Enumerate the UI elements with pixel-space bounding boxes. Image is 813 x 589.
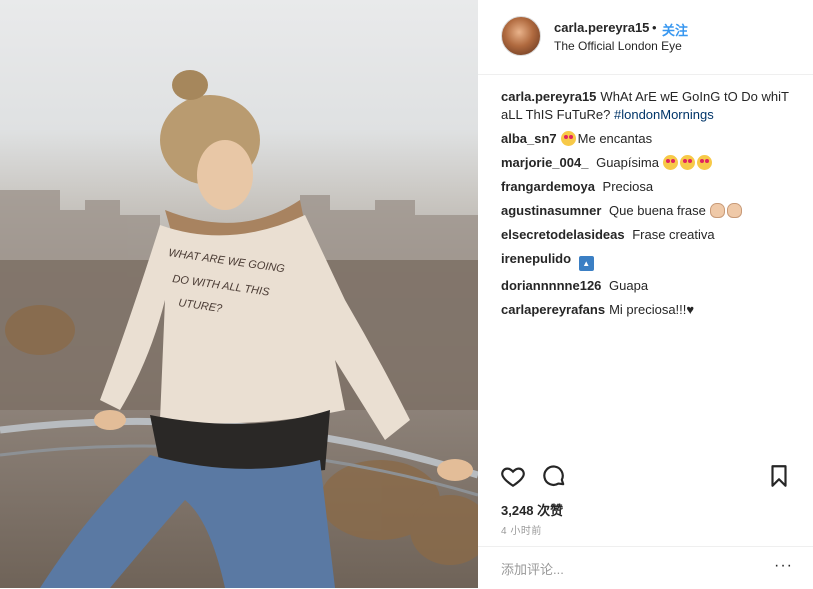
follow-button[interactable]: 关注	[662, 20, 688, 39]
jeans	[40, 455, 335, 588]
heart-eyes-emoji-icon	[696, 155, 712, 170]
comment-list: carla.pereyra15 WhAt ArE wE GoInG tO Do w…	[501, 88, 796, 325]
add-comment-bar: ···	[478, 546, 813, 589]
face	[197, 140, 253, 210]
comment-username[interactable]: irenepulido	[501, 251, 571, 266]
post-header: carla.pereyra15 • 关注 The Official London…	[478, 0, 813, 75]
comment-row: alba_sn7 Me encantas	[501, 130, 796, 148]
comment-row: irenepulido ▲	[501, 250, 796, 271]
comment-row: doriannnnne126 Guapa	[501, 277, 796, 295]
comment-text: Preciosa	[602, 179, 654, 194]
comment-text: Frase creativa	[632, 227, 715, 242]
raised-hands-emoji-icon	[709, 203, 725, 218]
comment-text: Mi preciosa!!!	[609, 302, 687, 317]
heart-outline-icon[interactable]	[500, 463, 526, 489]
comment-text: Guapísima	[596, 155, 659, 170]
comment-username[interactable]: doriannnnne126	[501, 278, 601, 293]
comment-username[interactable]: frangardemoya	[501, 179, 595, 194]
more-options-icon[interactable]: ···	[774, 557, 793, 575]
top-arrow-emoji-icon: ▲	[578, 256, 594, 271]
comment-username[interactable]: elsecretodelasideas	[501, 227, 625, 242]
comment-row: carlapereyrafans Mi preciosa!!!♥	[501, 301, 796, 319]
comment-text: Me encantas	[577, 131, 653, 146]
caption: carla.pereyra15 WhAt ArE wE GoInG tO Do w…	[501, 88, 796, 124]
comment-row: agustinasumner Que buena frase	[501, 202, 796, 220]
comment-username[interactable]: carla.pereyra15	[501, 89, 596, 104]
comment-username[interactable]: alba_sn7	[501, 131, 557, 146]
comment-username[interactable]: carlapereyrafans	[501, 302, 605, 317]
comment-text: Que buena frase	[609, 203, 706, 218]
comment-row: marjorie_004_ Guapísima	[501, 154, 796, 172]
post-side-panel: carla.pereyra15 • 关注 The Official London…	[478, 0, 813, 588]
heart-eyes-emoji-icon	[560, 131, 576, 146]
comment-username[interactable]: agustinasumner	[501, 203, 601, 218]
comment-row: elsecretodelasideas Frase creativa	[501, 226, 796, 244]
avatar[interactable]	[501, 16, 541, 56]
left-hand	[94, 410, 126, 430]
header-dot-separator: •	[652, 20, 657, 35]
comment-username[interactable]: marjorie_004_	[501, 155, 588, 170]
header-username[interactable]: carla.pereyra15	[554, 20, 649, 35]
heart-eyes-emoji-icon	[662, 155, 678, 170]
black-heart-icon: ♥	[686, 302, 695, 317]
comment-text: Guapa	[609, 278, 649, 293]
hashtag-link[interactable]: #londonMornings	[614, 107, 714, 122]
right-hand	[437, 459, 473, 481]
post-photo[interactable]: WHAT ARE WE GOING DO WITH ALL THIS UTURE…	[0, 0, 478, 588]
action-bar	[478, 455, 813, 495]
raised-hands-emoji-icon	[726, 203, 742, 218]
heart-eyes-emoji-icon	[679, 155, 695, 170]
location-link[interactable]: The Official London Eye	[554, 39, 682, 53]
add-comment-input[interactable]	[501, 559, 756, 579]
post-timestamp[interactable]: 4 小时前	[501, 522, 542, 537]
like-count[interactable]: 3,248 次赞	[501, 500, 563, 519]
comment-row: frangardemoya Preciosa	[501, 178, 796, 196]
comment-bubble-icon[interactable]	[541, 463, 567, 489]
photo-illustration: WHAT ARE WE GOING DO WITH ALL THIS UTURE…	[0, 70, 478, 588]
bookmark-icon[interactable]	[766, 463, 792, 489]
